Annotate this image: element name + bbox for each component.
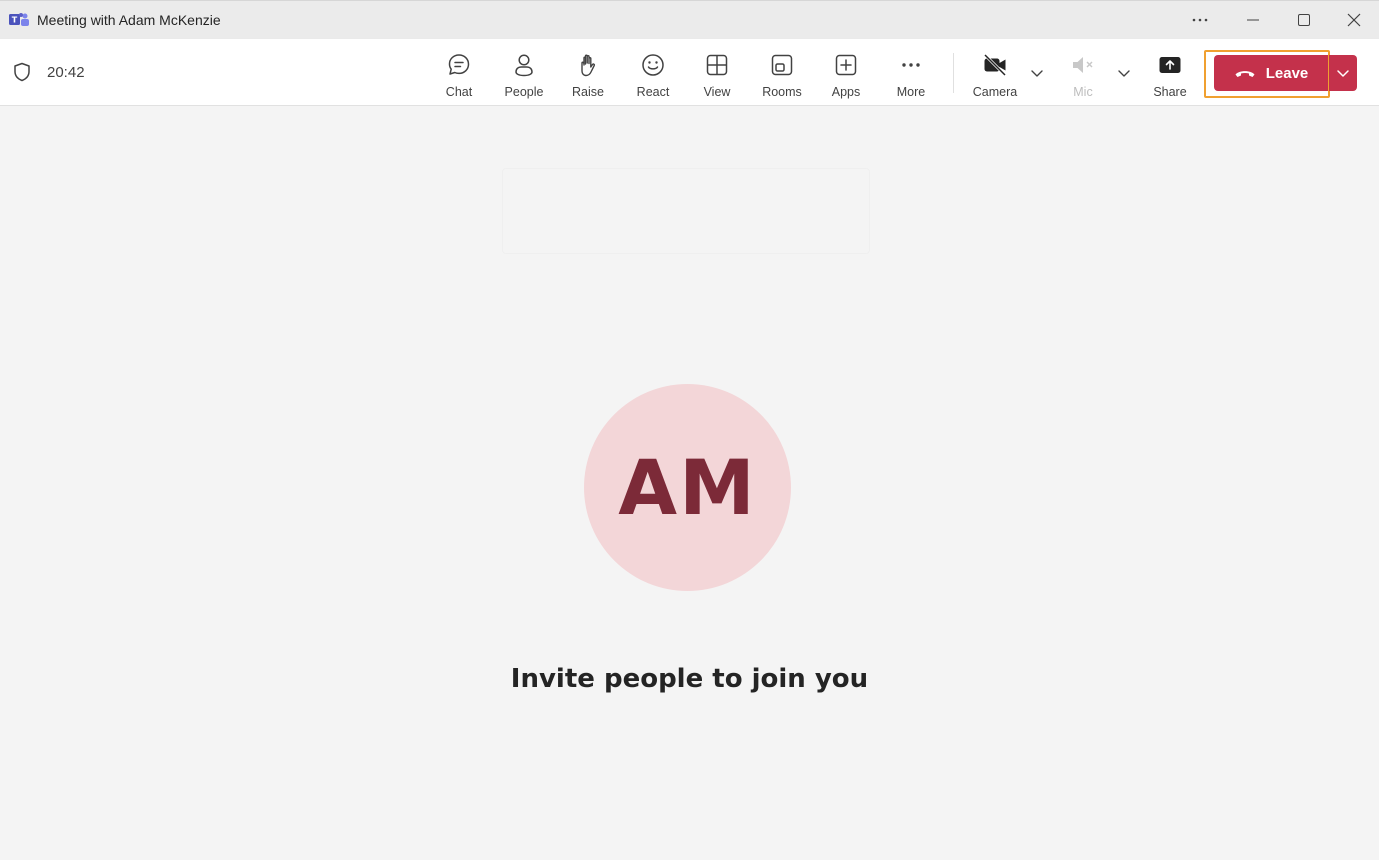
window-title: Meeting with Adam McKenzie xyxy=(37,12,221,28)
share-button[interactable]: Share xyxy=(1142,50,1198,100)
people-icon xyxy=(515,54,533,77)
more-horizontal-icon xyxy=(902,63,920,67)
share-label: Share xyxy=(1153,85,1187,99)
leave-label: Leave xyxy=(1265,64,1309,82)
camera-off-icon xyxy=(983,53,1007,77)
mic-muted-icon xyxy=(1073,57,1093,73)
close-icon xyxy=(1347,13,1361,27)
more-horizontal-icon xyxy=(1192,18,1208,22)
camera-label: Camera xyxy=(972,85,1018,99)
react-button[interactable]: React xyxy=(625,50,681,100)
more-actions-button[interactable]: More xyxy=(883,50,939,100)
window-more-options-button[interactable] xyxy=(1186,7,1214,33)
maximize-icon xyxy=(1298,14,1310,26)
mic-options-chevron-icon[interactable] xyxy=(1116,65,1132,81)
toolbar-divider xyxy=(953,53,954,93)
breakout-rooms-icon xyxy=(771,54,793,76)
mic-label: Mic xyxy=(1073,85,1093,99)
title-bar: T Meeting with Adam McKenzie xyxy=(0,0,1379,39)
stage-placeholder-panel xyxy=(502,168,870,254)
apps-label: Apps xyxy=(831,85,861,99)
meeting-stage: AM Invite people to join you xyxy=(0,106,1379,860)
more-label: More xyxy=(896,85,926,99)
view-button[interactable]: View xyxy=(689,50,745,100)
grid-view-icon xyxy=(706,54,728,76)
teams-logo-icon: T xyxy=(9,13,29,26)
close-window-button[interactable] xyxy=(1340,7,1368,33)
smiley-icon xyxy=(642,54,664,76)
people-label: People xyxy=(504,85,544,99)
apps-button[interactable]: Apps xyxy=(818,50,874,100)
shield-icon[interactable] xyxy=(13,62,31,82)
chat-button[interactable]: Chat xyxy=(431,50,487,100)
rooms-button[interactable]: Rooms xyxy=(754,50,810,100)
chat-label: Chat xyxy=(445,85,473,99)
meeting-timer: 20:42 xyxy=(47,64,85,81)
avatar: AM xyxy=(584,384,791,591)
teams-meeting-window: T Meeting with Adam McKenzie 20:42 Chat … xyxy=(0,0,1379,860)
minimize-icon xyxy=(1247,19,1259,21)
mic-toggle-button[interactable]: Mic xyxy=(1055,50,1111,100)
maximize-button[interactable] xyxy=(1290,7,1318,33)
raise-hand-icon xyxy=(581,54,596,77)
rooms-label: Rooms xyxy=(762,85,802,99)
leave-button[interactable]: Leave xyxy=(1214,55,1328,91)
svg-text:T: T xyxy=(12,16,18,25)
raise-label: Raise xyxy=(572,85,604,99)
invite-message: Invite people to join you xyxy=(510,664,869,694)
add-app-icon xyxy=(835,54,857,76)
camera-options-chevron-icon[interactable] xyxy=(1029,65,1045,81)
avatar-initials: AM xyxy=(618,443,757,532)
leave-options-button[interactable] xyxy=(1329,55,1357,91)
camera-toggle-button[interactable]: Camera xyxy=(967,50,1023,100)
chat-icon xyxy=(448,54,470,75)
view-label: View xyxy=(703,85,731,99)
raise-hand-button[interactable]: Raise xyxy=(560,50,616,100)
meeting-toolbar: 20:42 Chat People Raise React View Rooms… xyxy=(0,39,1379,106)
share-screen-icon xyxy=(1159,57,1181,73)
people-button[interactable]: People xyxy=(496,50,552,100)
minimize-button[interactable] xyxy=(1239,7,1267,33)
react-label: React xyxy=(636,85,670,99)
hang-up-icon xyxy=(1235,71,1255,77)
chevron-down-icon xyxy=(1337,70,1349,77)
